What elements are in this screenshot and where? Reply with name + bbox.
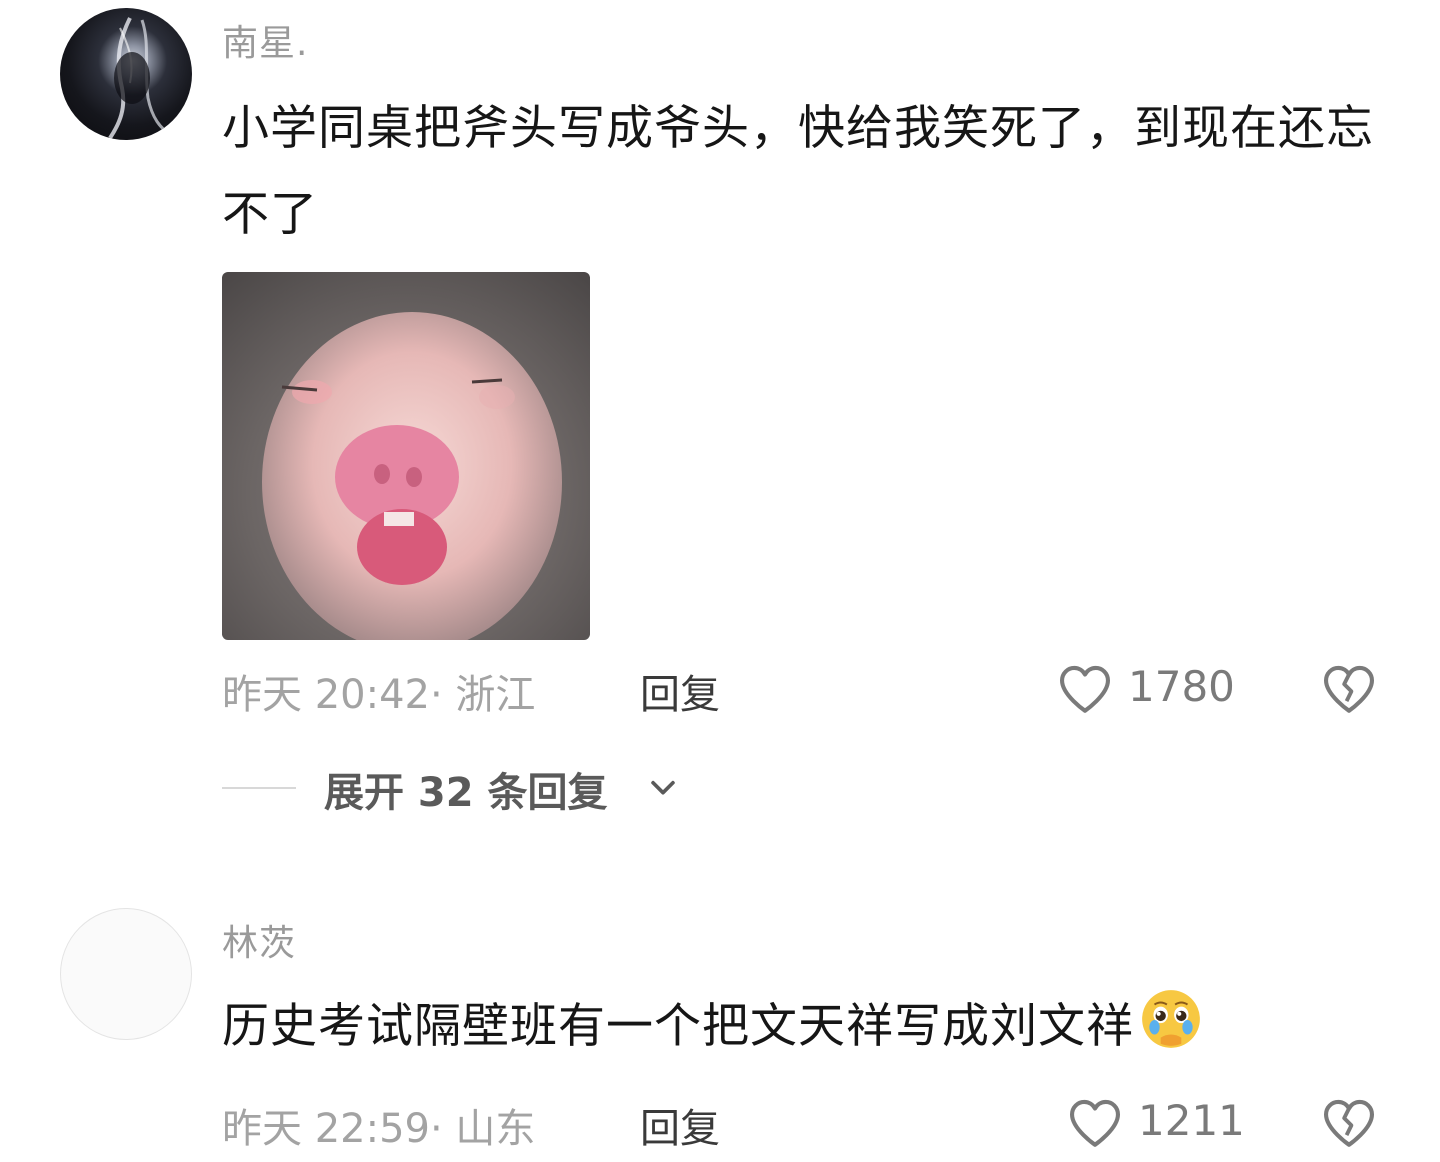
comment-meta: 昨天 22:59· 山东 回复 1211 — [222, 1096, 1382, 1156]
comment-item: 林茨 历史考试隔壁班有一个把文天祥写成刘文祥 昨天 22:59· 山东 回复 1… — [0, 880, 1440, 1152]
timestamp-location: 昨天 22:59· 山东 — [222, 1106, 536, 1152]
comment-text: 历史考试隔壁班有一个把文天祥写成刘文祥 — [222, 984, 1382, 1070]
reply-button[interactable]: 回复 — [640, 662, 720, 720]
like-count: 1211 — [1138, 1096, 1245, 1145]
broken-heart-icon — [1323, 1099, 1375, 1147]
username[interactable]: 南星. — [222, 14, 308, 66]
comment-item: 南星. 小学同桌把斧头写成爷头，快给我笑死了，到现在还忘不了 昨天 20:42·… — [0, 0, 1440, 860]
comment-text-body: 历史考试隔壁班有一个把文天祥写成刘文祥 — [222, 999, 1134, 1054]
divider-line — [222, 787, 296, 789]
like-button[interactable]: 1780 — [1056, 660, 1256, 720]
like-button[interactable]: 1211 — [1066, 1094, 1266, 1154]
broken-heart-icon — [1323, 665, 1375, 713]
pig-image — [262, 312, 562, 640]
reply-button[interactable]: 回复 — [640, 1096, 720, 1154]
comment-text: 小学同桌把斧头写成爷头，快给我笑死了，到现在还忘不了 — [222, 101, 1374, 242]
avatar[interactable] — [60, 8, 192, 140]
dislike-button[interactable] — [1320, 660, 1378, 718]
dislike-button[interactable] — [1320, 1094, 1378, 1152]
expand-replies-button[interactable]: 展开 32 条回复 — [222, 760, 722, 816]
avatar[interactable] — [60, 908, 192, 1040]
pleading-face-emoji — [1142, 990, 1200, 1048]
timestamp-location: 昨天 20:42· 浙江 — [222, 672, 536, 718]
username[interactable]: 林茨 — [222, 914, 296, 966]
chevron-down-icon — [651, 780, 675, 795]
like-count: 1780 — [1128, 662, 1235, 711]
heart-outline-icon — [1059, 665, 1111, 713]
heart-outline-icon — [1069, 1099, 1121, 1147]
avatar-image — [108, 17, 173, 140]
comment-image[interactable] — [222, 272, 590, 640]
comment-meta: 昨天 20:42· 浙江 回复 1780 — [222, 662, 1382, 722]
expand-replies-label: 展开 32 条回复 — [324, 770, 608, 816]
